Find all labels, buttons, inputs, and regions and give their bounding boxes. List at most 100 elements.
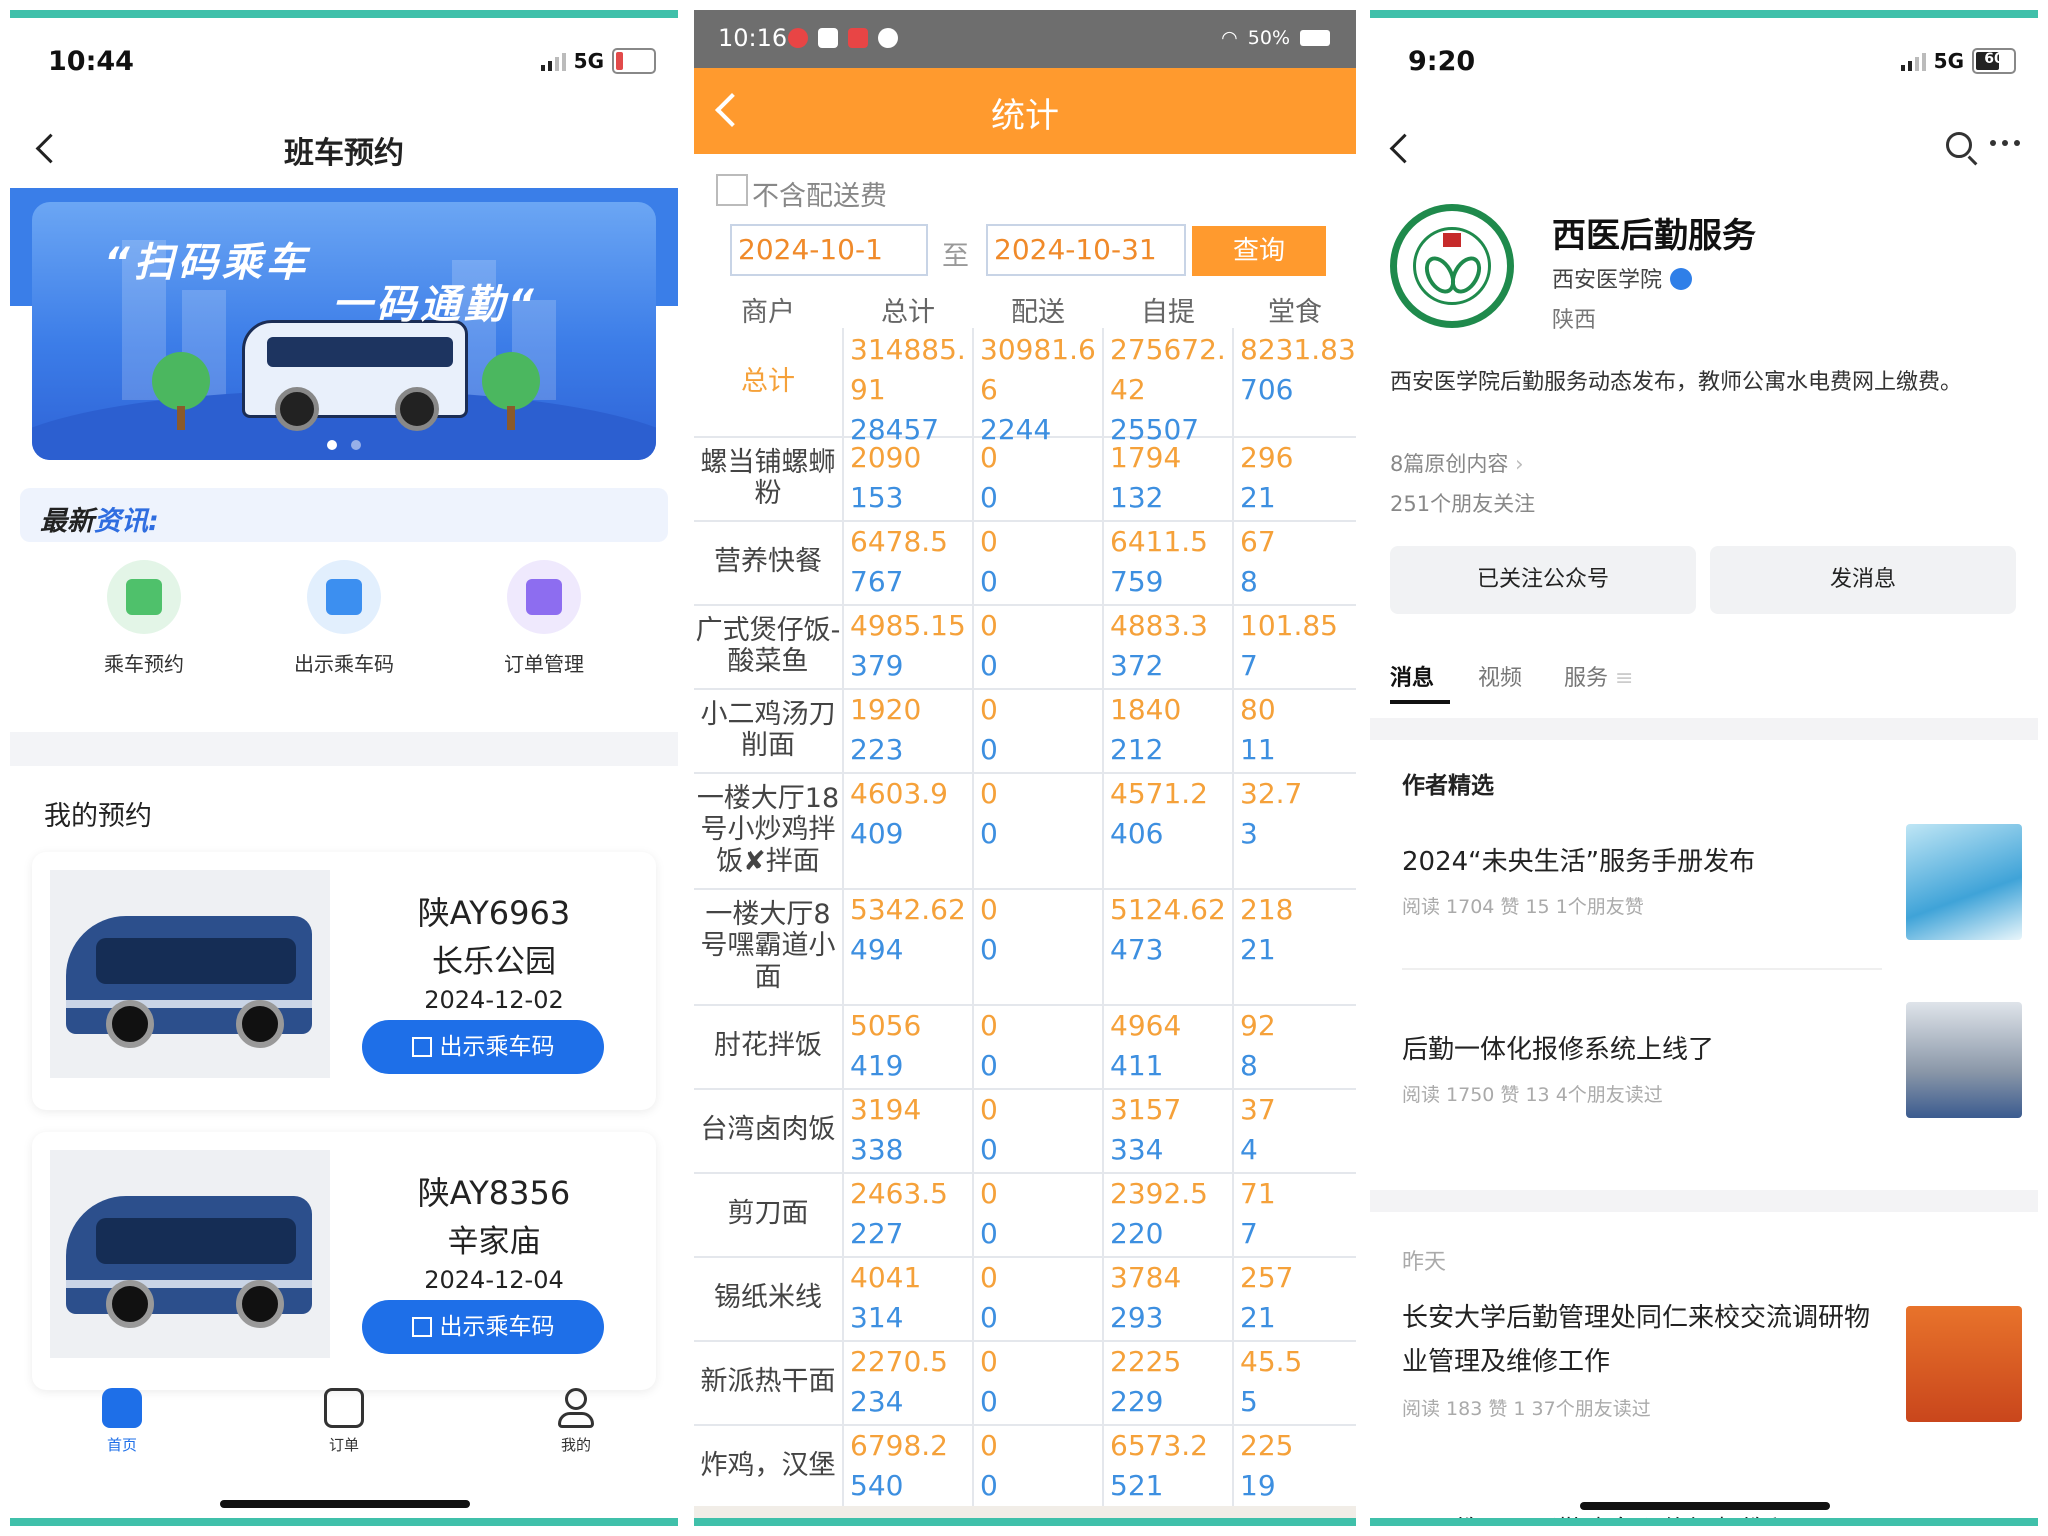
dine-value: 21 bbox=[1240, 933, 1276, 966]
dine-value: 8 bbox=[1240, 565, 1258, 598]
more-icon[interactable] bbox=[1990, 140, 2020, 146]
section-divider bbox=[1370, 1190, 2038, 1212]
article-title: 2024“未央生活”服务手册发布 bbox=[1402, 847, 1756, 877]
tab-videos[interactable]: 视频 bbox=[1478, 660, 1522, 692]
table-row[interactable]: 一楼大厅8号嘿霸道小面 5342.62 494 0 0 5124.62 473 218 21 bbox=[694, 888, 1356, 1006]
pickup-value: 2225 bbox=[1110, 1345, 1182, 1378]
bus-illustration bbox=[242, 320, 468, 431]
end-date-input[interactable]: 2024-10-31 bbox=[986, 224, 1186, 276]
column-divider bbox=[1232, 328, 1234, 1512]
delivery-value: 0 bbox=[980, 1429, 998, 1462]
bus-icon bbox=[307, 560, 381, 634]
battery-icon: 19 bbox=[612, 48, 656, 74]
dine-value: 3 bbox=[1240, 817, 1258, 850]
table-row[interactable]: 新派热干面 2270.5 234 0 0 2225 229 45.5 5 bbox=[694, 1340, 1356, 1426]
account-organization[interactable]: 西安医学院 bbox=[1552, 262, 1693, 294]
search-icon[interactable] bbox=[1946, 132, 1972, 158]
delivery-value: 0 bbox=[980, 649, 998, 682]
dine-value: 80 bbox=[1240, 693, 1276, 726]
bus-photo bbox=[50, 1150, 330, 1358]
table-row[interactable]: 锡纸米线 4041 314 0 0 3784 293 257 21 bbox=[694, 1256, 1356, 1342]
delivery-value: 0 bbox=[980, 609, 998, 642]
app-notification-icon bbox=[788, 28, 808, 48]
home-indicator bbox=[220, 1500, 470, 1508]
total-value: 314 bbox=[850, 1301, 904, 1334]
app-notification-icon bbox=[848, 28, 868, 48]
table-row[interactable]: 广式煲仔饭-酸菜鱼 4985.15 379 0 0 4883.3 372 101.85 7 bbox=[694, 604, 1356, 690]
pickup-value: 4883.3 bbox=[1110, 609, 1208, 642]
table-row-cut bbox=[694, 1506, 1356, 1518]
table-row[interactable]: 营养快餐 6478.5 767 0 0 6411.5 759 67 8 bbox=[694, 520, 1356, 606]
dine-value: 296 bbox=[1240, 441, 1294, 474]
action-book-ride[interactable]: 乘车预约 bbox=[44, 560, 244, 677]
promo-banner[interactable]: “扫码乘车 一码通勤“ bbox=[32, 202, 656, 460]
status-icons: 5G 60 bbox=[1900, 48, 2016, 74]
section-title: 我的预约 bbox=[44, 801, 152, 832]
delivery-value: 0 bbox=[980, 817, 998, 850]
dine-value: 19 bbox=[1240, 1469, 1276, 1502]
dine-value: 67 bbox=[1240, 525, 1276, 558]
action-show-ride-code[interactable]: 出示乘车码 bbox=[244, 560, 444, 677]
article-meta: 阅读 183 赞 1 37个朋友读过 bbox=[1402, 1398, 1651, 1420]
query-button[interactable]: 查询 bbox=[1192, 226, 1326, 276]
pickup-value: 229 bbox=[1110, 1385, 1164, 1418]
pickup-value: 406 bbox=[1110, 817, 1164, 850]
back-button[interactable] bbox=[1384, 128, 1424, 168]
start-date-input[interactable]: 2024-10-1 bbox=[730, 224, 928, 276]
pickup-value: 6573.2 bbox=[1110, 1429, 1208, 1462]
total-value: 4603.9 bbox=[850, 777, 948, 810]
pickup-value: 411 bbox=[1110, 1049, 1164, 1082]
column-divider bbox=[842, 328, 844, 1512]
tab-profile[interactable]: 我的 bbox=[536, 1388, 616, 1455]
tab-messages[interactable]: 消息 bbox=[1390, 660, 1434, 692]
article-item[interactable]: 2024“未央生活”服务手册发布 阅读 1704 赞 15 1个朋友赞 bbox=[1402, 824, 2022, 980]
page-title: 班车预约 bbox=[284, 136, 404, 171]
show-ride-code-button[interactable]: 出示乘车码 bbox=[362, 1020, 604, 1074]
total-value: 2090 bbox=[850, 441, 922, 474]
active-tab-indicator bbox=[1390, 700, 1450, 704]
delivery-value: 0 bbox=[980, 1093, 998, 1126]
dine-value: 32.7 bbox=[1240, 777, 1303, 810]
table-row[interactable]: 台湾卤肉饭 3194 338 0 0 3157 334 37 4 bbox=[694, 1088, 1356, 1174]
status-bar: 10:16 ◠ 50% bbox=[694, 10, 1356, 68]
status-bar: 9:20 5G 60 bbox=[1370, 10, 2038, 110]
total-value: 1920 bbox=[850, 693, 922, 726]
table-row[interactable]: 一楼大厅18号小炒鸡拌饭✘拌面 4603.9 409 0 0 4571.2 406 32.7 3 bbox=[694, 772, 1356, 890]
total-value: 540 bbox=[850, 1469, 904, 1502]
followed-button[interactable]: 已关注公众号 bbox=[1390, 546, 1696, 614]
table-row[interactable]: 肘花拌饭 5056 419 0 0 4964 411 92 8 bbox=[694, 1004, 1356, 1090]
pickup-value: 334 bbox=[1110, 1133, 1164, 1166]
total-value: 227 bbox=[850, 1217, 904, 1250]
header-delivery: 配送 bbox=[1011, 297, 1065, 328]
profile-icon bbox=[556, 1388, 596, 1428]
article-item[interactable]: 长安大学后勤管理处同仁来校交流调研物业管理及维修工作 阅读 183 赞 1 37… bbox=[1402, 1296, 2022, 1436]
show-ride-code-button[interactable]: 出示乘车码 bbox=[362, 1300, 604, 1354]
exclude-delivery-checkbox[interactable] bbox=[716, 174, 748, 206]
send-message-button[interactable]: 发消息 bbox=[1710, 546, 2016, 614]
dine-value: 7 bbox=[1240, 1217, 1258, 1250]
news-ticker[interactable]: 最新资讯: bbox=[20, 488, 668, 542]
table-row[interactable]: 螺当铺螺蛳粉 2090 153 0 0 1794 132 296 21 bbox=[694, 436, 1356, 522]
qr-icon bbox=[411, 1037, 432, 1057]
friends-following: 251个朋友关注 bbox=[1390, 492, 1536, 516]
reservation-card[interactable]: 陕AY6963 长乐公园 2024-12-02 出示乘车码 bbox=[32, 852, 656, 1110]
original-content-count[interactable]: 8篇原创内容 › bbox=[1390, 448, 1523, 478]
table-row[interactable]: 小二鸡汤刀削面 1920 223 0 0 1840 212 80 11 bbox=[694, 688, 1356, 774]
section-divider bbox=[10, 732, 678, 766]
merchant-name: 台湾卤肉饭 bbox=[700, 1114, 836, 1146]
merchant-name: 小二鸡汤刀削面 bbox=[700, 698, 836, 761]
table-row-total[interactable]: 总计 314885. 91 28457 30981.6 6 2244 275672. 42 255… bbox=[694, 328, 1356, 446]
reservation-card[interactable]: 陕AY8356 辛家庙 2024-12-04 出示乘车码 bbox=[32, 1132, 656, 1390]
tab-home[interactable]: 首页 bbox=[82, 1388, 162, 1455]
signal-icon bbox=[540, 51, 566, 71]
table-row[interactable]: 炸鸡，汉堡 6798.2 540 0 0 6573.2 521 225 19 bbox=[694, 1424, 1356, 1510]
dine-value: 257 bbox=[1240, 1261, 1294, 1294]
article-item[interactable]: 后勤一体化报修系统上线了 阅读 1750 赞 13 4个朋友读过 bbox=[1402, 1002, 2022, 1168]
table-row[interactable]: 剪刀面 2463.5 227 0 0 2392.5 220 71 7 bbox=[694, 1172, 1356, 1258]
nav-bar bbox=[1370, 110, 2038, 190]
action-order-management[interactable]: 订单管理 bbox=[444, 560, 644, 677]
battery-icon: 60 bbox=[1972, 48, 2016, 74]
nav-bar: 班车预约 bbox=[10, 110, 678, 188]
tab-orders[interactable]: 订单 bbox=[304, 1388, 384, 1455]
tab-services[interactable]: 服务 ≡ bbox=[1564, 660, 1633, 692]
